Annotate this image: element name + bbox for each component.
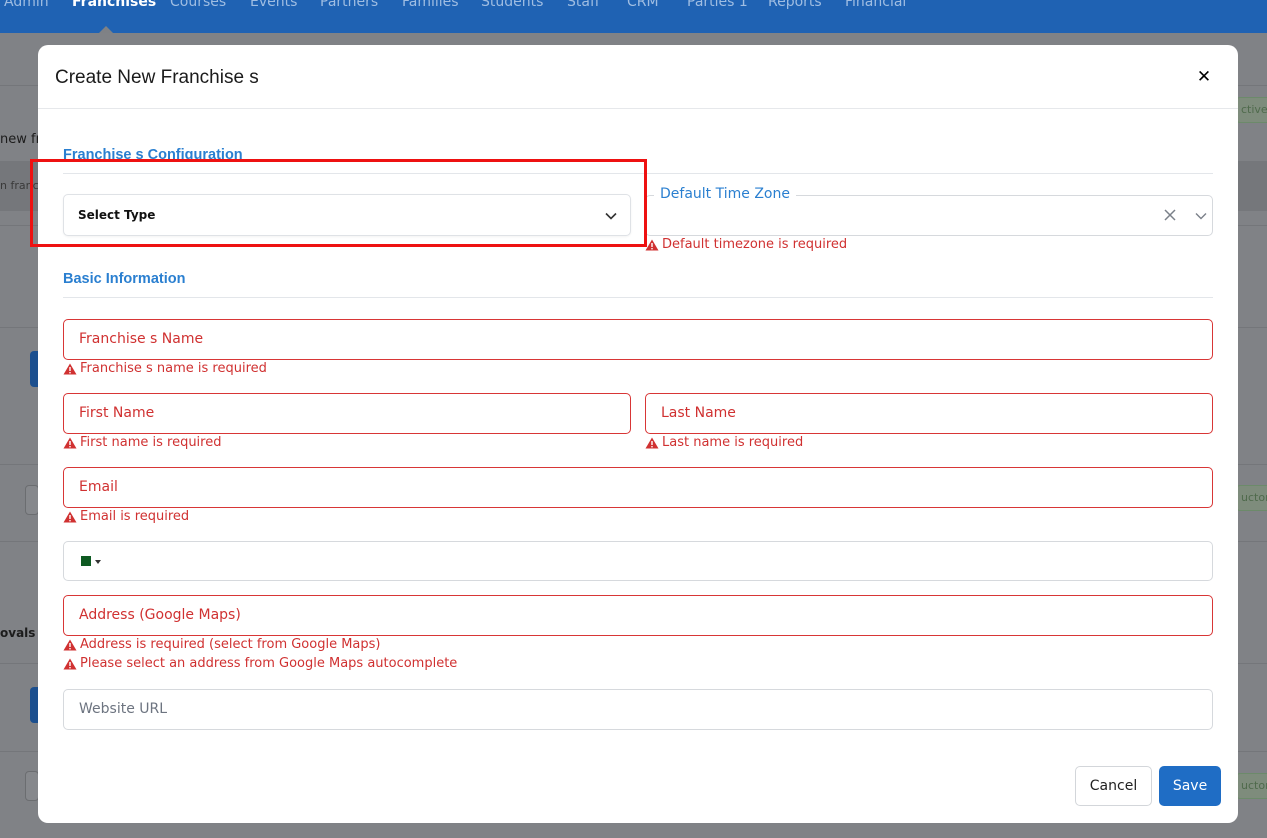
address-error: Address is required (select from Google … bbox=[63, 637, 381, 652]
warning-icon bbox=[645, 437, 659, 448]
section-divider bbox=[63, 297, 1213, 298]
active-nav-indicator bbox=[99, 26, 113, 33]
nav-item-families[interactable]: Families bbox=[402, 0, 459, 10]
first-name-placeholder: First Name bbox=[79, 405, 155, 421]
franchise-name-field[interactable]: Franchise s Name bbox=[63, 319, 1213, 360]
email-error: Email is required bbox=[63, 509, 189, 524]
address-field[interactable]: Address (Google Maps) bbox=[63, 595, 1213, 636]
nav-item-courses[interactable]: Courses bbox=[170, 0, 226, 10]
bg-checkbox bbox=[25, 485, 39, 515]
phone-field[interactable] bbox=[63, 541, 1213, 581]
bg-role-pill: uctor bbox=[1236, 485, 1267, 511]
top-navigation: Admin Franchises Courses Events Partners… bbox=[0, 0, 1267, 33]
nav-item-partners[interactable]: Partners bbox=[320, 0, 378, 10]
warning-icon bbox=[63, 658, 77, 669]
nav-item-franchises[interactable]: Franchises bbox=[72, 0, 156, 10]
website-url-placeholder: Website URL bbox=[79, 701, 168, 717]
select-type-dropdown[interactable]: Select Type bbox=[63, 194, 631, 236]
warning-icon bbox=[645, 239, 659, 250]
franchise-name-error-text: Franchise s name is required bbox=[80, 361, 267, 376]
warning-icon bbox=[63, 639, 77, 650]
address-autocomplete-error: Please select an address from Google Map… bbox=[63, 656, 457, 671]
nav-item-staff[interactable]: Staff bbox=[567, 0, 600, 10]
basic-section-title: Basic Information bbox=[63, 271, 186, 287]
last-name-error-text: Last name is required bbox=[662, 435, 804, 450]
chevron-down-icon bbox=[605, 212, 617, 220]
nav-item-crm[interactable]: CRM bbox=[627, 0, 659, 10]
email-field[interactable]: Email bbox=[63, 467, 1213, 508]
cancel-button[interactable]: Cancel bbox=[1075, 766, 1152, 806]
last-name-field[interactable]: Last Name bbox=[645, 393, 1213, 434]
email-error-text: Email is required bbox=[80, 509, 190, 524]
nav-item-reports[interactable]: Reports bbox=[768, 0, 822, 10]
last-name-placeholder: Last Name bbox=[661, 405, 736, 421]
first-name-error-text: First name is required bbox=[80, 435, 222, 450]
first-name-field[interactable]: First Name bbox=[63, 393, 631, 434]
nav-item-financial[interactable]: Financial bbox=[845, 0, 906, 10]
close-icon[interactable]: ✕ bbox=[1194, 67, 1214, 87]
last-name-error: Last name is required bbox=[645, 435, 803, 450]
modal-title: Create New Franchise s bbox=[55, 67, 259, 88]
warning-icon bbox=[63, 363, 77, 374]
address-placeholder: Address (Google Maps) bbox=[79, 607, 241, 623]
chevron-down-icon[interactable] bbox=[1195, 212, 1207, 220]
bg-checkbox bbox=[25, 771, 39, 801]
section-divider bbox=[63, 173, 1213, 174]
timezone-error-text: Default timezone is required bbox=[662, 237, 848, 252]
nav-item-parties[interactable]: Parties 1 bbox=[687, 0, 748, 10]
save-button[interactable]: Save bbox=[1159, 766, 1221, 806]
nav-item-events[interactable]: Events bbox=[250, 0, 297, 10]
address-autocomplete-error-text: Please select an address from Google Map… bbox=[80, 656, 458, 671]
caret-down-icon[interactable] bbox=[95, 560, 101, 564]
franchise-name-placeholder: Franchise s Name bbox=[79, 331, 204, 347]
bg-status-pill: ctive bbox=[1236, 97, 1267, 123]
nav-item-admin[interactable]: Admin bbox=[4, 0, 49, 10]
create-franchise-modal: Create New Franchise s ✕ Franchise s Con… bbox=[38, 45, 1238, 823]
modal-header: Create New Franchise s ✕ bbox=[38, 45, 1238, 109]
franchise-name-error: Franchise s name is required bbox=[63, 361, 267, 376]
timezone-label: Default Time Zone bbox=[654, 186, 796, 202]
flag-icon[interactable] bbox=[78, 556, 91, 566]
timezone-error: Default timezone is required bbox=[645, 237, 847, 252]
email-placeholder: Email bbox=[79, 479, 118, 495]
warning-icon bbox=[63, 511, 77, 522]
select-type-label: Select Type bbox=[78, 208, 156, 222]
first-name-error: First name is required bbox=[63, 435, 221, 450]
bg-role-pill: uctor bbox=[1236, 773, 1267, 799]
website-url-field[interactable]: Website URL bbox=[63, 689, 1213, 730]
config-section-title: Franchise s Configuration bbox=[63, 147, 243, 163]
bg-approvals-text: ovals bbox=[0, 626, 36, 640]
bg-new-franchise-text: new fr bbox=[0, 132, 41, 147]
address-error-text: Address is required (select from Google … bbox=[80, 637, 381, 652]
nav-item-students[interactable]: Students bbox=[481, 0, 543, 10]
bg-search-strip-right bbox=[1238, 161, 1267, 211]
warning-icon bbox=[63, 437, 77, 448]
clear-icon[interactable] bbox=[1164, 209, 1176, 221]
